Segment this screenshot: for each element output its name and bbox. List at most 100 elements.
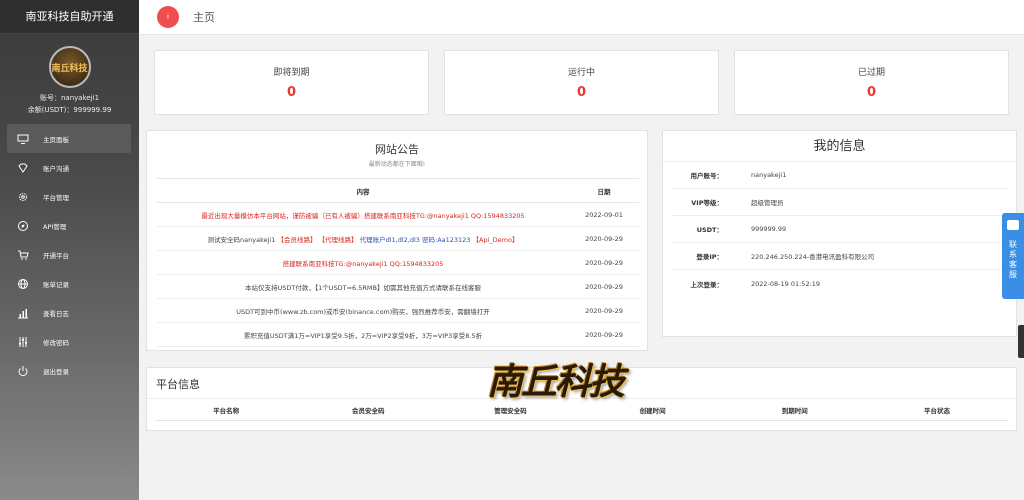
announcement-text: 累积充值USDT满1万=VIP1享受9.5折，2万=VIP2享受9折，3万=VI… [243,331,483,340]
balance-label: 余额(USDT)：999999.99 [27,106,112,114]
compass-icon [17,220,29,232]
monitor-icon [17,133,29,145]
table-row: 测试安全码nanyakeji1 【会员线路】 【代理线路】 代理账户dl1,dl… [157,226,639,251]
sidebar-item-billing[interactable]: 账单记录 [0,269,139,298]
announcement-title: 网站公告 [375,143,419,156]
stat-card-running: 运行中 0 [444,50,719,115]
column-header: 到期时间 [781,406,808,415]
info-key: USDT： [696,226,723,234]
sidebar-item-label: 主页面板 [43,135,69,144]
announcement-content: 测试安全码nanyakeji1 【会员线路】 【代理线路】 代理账户dl1,dl… [157,226,569,251]
announcement-date: 2020-09-29 [569,226,639,251]
announcement-text: 测试安全码nanyakeji1 [207,235,278,244]
sidebar-item-label: 查看日志 [43,309,69,318]
sidebar-item-label: 修改密码 [43,338,69,347]
home-badge[interactable]: i [157,6,179,28]
sliders-icon [17,336,29,348]
avatar[interactable]: 南丘科技 [48,46,91,88]
announcement-text[interactable]: 【代理线路】 [319,236,358,244]
stat-label: 即将到期 [273,68,310,78]
info-key: 用户账号： [690,172,724,180]
sidebar-item-label: 账户沟通 [43,164,69,173]
announcement-content: 累积充值USDT满1万=VIP1享受9.5折，2万=VIP2享受9折，3万=VI… [157,322,569,347]
cart-icon [17,249,29,261]
announcement-text: 本站仅支持USDT付款，【1个USDT=6.5RMB】如需其他充值方式请联系在线… [245,283,481,292]
column-header: 会员安全码 [352,406,385,415]
announcement-date: 2020-09-29 [569,274,639,299]
info-row-ip: 登录IP： 220.246.250.224-香港电讯盈科有限公司 [671,243,1008,270]
contact-support-button[interactable]: 联系客服 [1002,213,1024,299]
app-title: 南亚科技自助开通 [0,0,139,34]
contact-label: 联系客服 [1008,240,1018,280]
breadcrumb-home[interactable]: 主页 [193,9,215,25]
announcement-content: USDT可到中币(www.zb.com)或币安(binance.com)购买，强… [157,298,569,323]
table-row: 搭建联系南亚科技TG:@nanyakeji1 QQ:1594833205 2020… [157,250,639,275]
stat-label: 运行中 [567,68,595,78]
announcement-content: 最近出现大量模仿本平台网站，谨防被骗（已有人被骗）搭建联系南亚科技TG:@nan… [157,202,569,227]
side-handle[interactable] [1018,325,1024,358]
globe-icon [17,278,29,290]
column-header: 平台名称 [213,406,240,415]
logo-text: 南丘科技 [486,361,625,403]
sidebar-item-api[interactable]: API管理 [0,211,139,240]
sidebar-item-label: API管理 [43,222,67,231]
info-row-usdt: USDT： 999999.99 [671,216,1008,243]
my-info-panel: 我的信息 用户账号： nanyakeji1 VIP等级： 超级管理员 USDT：… [662,130,1017,337]
brand-logo: 南丘科技 [484,350,626,408]
info-row-last-login: 上次登录： 2022-08-19 01:52:19 [671,270,1008,297]
announcement-subtitle: 最新动态都在下面哦! [368,161,426,168]
sidebar-item-account[interactable]: 账户沟通 [0,153,139,182]
announcement-panel: 网站公告 最新动态都在下面哦! 内容 日期 最近出现大量模仿本平台网站，谨防被骗… [146,130,648,351]
account-label: 账号：nanyakeji1 [39,94,100,102]
column-header-content: 内容 [157,178,569,203]
stat-card-expired: 已过期 0 [734,50,1009,115]
sidebar-item-open-platform[interactable]: 开通平台 [0,240,139,269]
announcement-date: 2020-09-29 [569,298,639,323]
bar-chart-icon [17,307,29,319]
gear-icon [17,191,29,203]
announcement-date: 2020-09-29 [569,250,639,275]
sidebar-item-label: 开通平台 [43,251,69,260]
stat-value: 0 [286,85,297,100]
announcement-text[interactable]: 【会员线路】 [277,236,316,244]
announcement-table: 内容 日期 最近出现大量模仿本平台网站，谨防被骗（已有人被骗）搭建联系南亚科技T… [157,178,639,347]
sidebar-item-logs[interactable]: 查看日志 [0,298,139,327]
info-key: 上次登录： [690,280,724,289]
sidebar-item-dashboard[interactable]: 主页面板 [7,124,131,153]
info-row-account: 用户账号： nanyakeji1 [671,162,1008,189]
sidebar-item-platform-manage[interactable]: 平台管理 [0,182,139,211]
info-value: 2022-08-19 01:52:19 [751,279,821,288]
my-info-title: 我的信息 [663,131,1016,162]
table-row: 最近出现大量模仿本平台网站，谨防被骗（已有人被骗）搭建联系南亚科技TG:@nan… [157,202,639,227]
table-row: USDT可到中币(www.zb.com)或币安(binance.com)购买，强… [157,298,639,323]
sidebar-menu: 主页面板 账户沟通 平台管理 API管理 开通平台 账单记录 查看日志 修改密码… [0,124,139,385]
chat-icon [1007,220,1019,230]
table-row: 本站仅支持USDT付款，【1个USDT=6.5RMB】如需其他充值方式请联系在线… [157,274,639,299]
info-value: 220.246.250.224-香港电讯盈科有限公司 [751,253,875,261]
announcement-text: 代理账户dl1,dl2,dl3 密码:Aa123123 [357,235,473,244]
stat-value: 0 [866,85,877,100]
column-header: 平台状态 [923,406,950,415]
sidebar-item-change-password[interactable]: 修改密码 [0,327,139,356]
topbar: i 主页 [139,0,1024,35]
announcement-text: 搭建联系南亚科技TG:@nanyakeji1 QQ:1594833205 [282,259,444,268]
sidebar-item-label: 退出登录 [43,367,69,376]
announcement-text: 最近出现大量模仿本平台网站，谨防被骗（已有人被骗）搭建联系南亚科技TG:@nan… [201,211,525,220]
power-icon [17,365,29,377]
info-row-vip: VIP等级： 超级管理员 [671,189,1008,216]
info-value: nanyakeji1 [751,171,787,179]
stat-value: 0 [576,85,587,100]
sidebar-item-label: 平台管理 [43,193,69,202]
column-header-date: 日期 [569,178,639,203]
info-key: VIP等级： [691,199,723,207]
announcement-text[interactable]: 【Api_Demo】 [473,236,519,244]
announcement-content: 本站仅支持USDT付款，【1个USDT=6.5RMB】如需其他充值方式请联系在线… [157,274,569,299]
sidebar-item-logout[interactable]: 退出登录 [0,356,139,385]
info-value: 999999.99 [751,225,787,233]
stat-label: 已过期 [857,68,885,78]
sidebar: 南亚科技自助开通 南丘科技 账号：nanyakeji1 余额(USDT)：999… [0,0,139,500]
announcement-date: 2020-09-29 [569,322,639,347]
info-value: 超级管理员 [751,199,784,207]
stat-card-expiring: 即将到期 0 [154,50,429,115]
announcement-date: 2022-09-01 [569,202,639,227]
